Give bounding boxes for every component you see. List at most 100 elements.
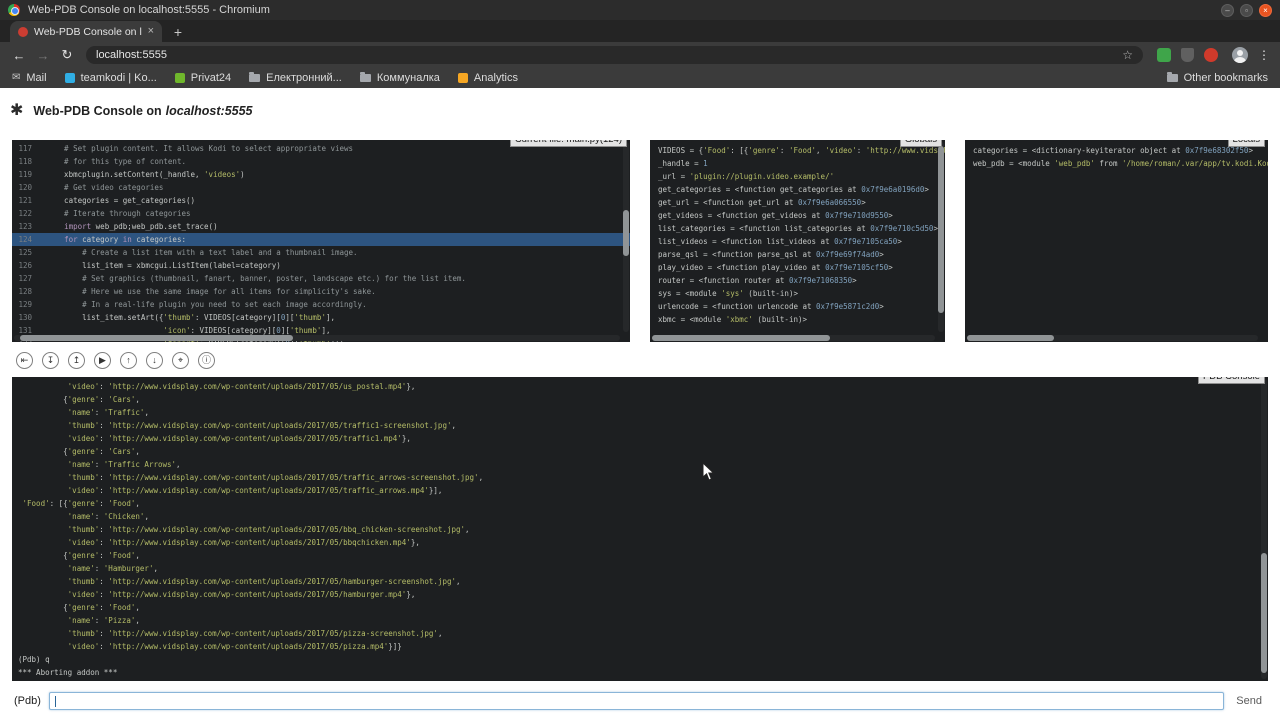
variable-line: get_categories = <function get_categorie… [658,183,937,196]
console-line: 'name': 'Chicken', [18,510,1268,523]
send-button[interactable]: Send [1232,695,1266,707]
debug-where-button[interactable]: ⌖ [172,352,189,369]
bookmark-privat24[interactable]: Privat24 [175,72,231,84]
debug-continue-button[interactable]: ▶ [94,352,111,369]
scrollbar-thumb[interactable] [652,335,830,341]
debug-restart-button[interactable]: ⇤ [16,352,33,369]
console-line: 'video': 'http://www.vidsplay.com/wp-con… [18,432,1268,445]
globals-panel[interactable]: Globals VIDEOS = {'Food': [{'genre': 'Fo… [650,140,945,342]
horizontal-scrollbar[interactable] [652,335,935,341]
bookmark-folder-kommunalka[interactable]: Коммуналка [360,72,440,84]
close-button[interactable]: × [1259,4,1272,17]
browser-tab[interactable]: Web-PDB Console on loca × [10,21,162,42]
code-line: 128 # Here we use the same image for all… [12,285,630,298]
locals-panel[interactable]: Locals categories = <dictionary-keyitera… [965,140,1268,342]
variable-line: list_videos = <function list_videos at 0… [658,235,937,248]
debug-toolbar: ⇤ ↧ ↥ ▶ ↑ ↓ ⌖ ⓘ [16,349,1280,371]
address-url: localhost:5555 [96,49,1114,61]
folder-icon [1167,74,1178,82]
bookmark-analytics[interactable]: Analytics [458,72,518,84]
locals-lines: categories = <dictionary-keyiterator obj… [965,140,1268,170]
pdb-console-panel[interactable]: PDB Console 'video': 'http://www.vidspla… [12,377,1268,681]
console-line: {'genre': 'Food', [18,601,1268,614]
code-text: # Create a list item with a text label a… [46,246,358,259]
minimize-button[interactable]: – [1221,4,1234,17]
code-line: 121 categories = get_categories() [12,194,630,207]
code-text: categories = get_categories() [46,194,195,207]
variable-line: router = <function router at 0x7f9e71068… [658,274,937,287]
tab-title: Web-PDB Console on loca [34,26,142,38]
maximize-button[interactable]: ▫ [1240,4,1253,17]
code-text: list_item = xbmcgui.ListItem(label=categ… [46,259,281,272]
scrollbar-thumb[interactable] [623,210,629,256]
console-line: {'genre': 'Cars', [18,445,1268,458]
code-text: # Set graphics (thumbnail, fanart, banne… [46,272,466,285]
window-controls: – ▫ × [1221,4,1272,17]
horizontal-scrollbar[interactable] [967,335,1258,341]
page-header: ✱ Web-PDB Console onlocalhost:5555 [0,88,1280,133]
other-bookmarks[interactable]: Other bookmarks [1167,72,1268,84]
browser-menu-icon[interactable]: ⋮ [1256,48,1272,62]
scrollbar-thumb[interactable] [20,335,293,341]
bookmark-label: teamkodi | Ko... [81,72,157,84]
bookmark-mail[interactable]: Mail [12,72,47,84]
console-line: 'thumb': 'http://www.vidsplay.com/wp-con… [18,627,1268,640]
debug-step-into-button[interactable]: ↧ [42,352,59,369]
extension-shield-icon[interactable] [1181,48,1194,62]
vertical-scrollbar[interactable] [1261,379,1267,679]
code-text: # Iterate through categories [46,207,191,220]
variable-line: sys = <module 'sys' (built-in)> [658,287,937,300]
new-tab-button[interactable]: + [166,22,190,42]
scrollbar-thumb[interactable] [1261,553,1267,673]
adblock-icon[interactable] [1204,48,1218,62]
line-number: 130 [12,311,32,324]
code-text: list_item.setArt({'thumb': VIDEOS[catego… [46,311,335,324]
code-line: 120 # Get video categories [12,181,630,194]
line-number: 119 [12,168,32,181]
debug-down-button[interactable]: ↓ [146,352,163,369]
code-line: 119 xbmcplugin.setContent(_handle, 'vide… [12,168,630,181]
window-title: Web-PDB Console on localhost:5555 - Chro… [28,4,1213,16]
privat24-favicon [175,73,185,83]
extension-icon-green[interactable] [1157,48,1171,62]
bookmark-label: Електронний... [266,72,342,84]
debug-up-button[interactable]: ↑ [120,352,137,369]
vertical-scrollbar[interactable] [938,142,944,332]
debug-help-button[interactable]: ⓘ [198,352,215,369]
screen: Web-PDB Console on localhost:5555 - Chro… [0,0,1280,720]
folder-icon [360,74,371,82]
tab-close-icon[interactable]: × [148,26,154,37]
variable-line: web_pdb = <module 'web_pdb' from '/home/… [973,157,1260,170]
console-line: {'genre': 'Food', [18,549,1268,562]
address-bar[interactable]: localhost:5555 ☆ [86,46,1143,64]
vertical-scrollbar[interactable] [623,142,629,332]
command-row: (Pdb) Send [14,690,1266,712]
scrollbar-thumb[interactable] [938,146,944,313]
code-line: 123 import web_pdb;web_pdb.set_trace() [12,220,630,233]
extensions-area [1157,48,1218,62]
bookmark-folder-electronic[interactable]: Електронний... [249,72,342,84]
forward-button[interactable]: → [32,44,54,66]
console-line: 'name': 'Traffic', [18,406,1268,419]
bookmark-teamkodi[interactable]: teamkodi | Ko... [65,72,157,84]
code-text: for category in categories: [46,233,186,246]
page-title: Web-PDB Console onlocalhost:5555 [33,104,252,118]
analytics-favicon [458,73,468,83]
code-line: 129 # In a real-life plugin you need to … [12,298,630,311]
line-number: 117 [12,142,32,155]
current-file-panel[interactable]: Current file: main.py(124) 117 # Set plu… [12,140,630,342]
bookmark-star-icon[interactable]: ☆ [1122,49,1133,61]
console-line: 'thumb': 'http://www.vidsplay.com/wp-con… [18,523,1268,536]
globals-lines: VIDEOS = {'Food': [{'genre': 'Food', 'vi… [650,140,945,326]
code-lines: 117 # Set plugin content. It allows Kodi… [12,140,630,342]
other-bookmarks-label: Other bookmarks [1184,72,1268,84]
profile-avatar[interactable] [1232,47,1248,63]
pdb-command-input[interactable] [50,695,1223,711]
debug-return-button[interactable]: ↥ [68,352,85,369]
back-button[interactable]: ← [8,44,30,66]
code-text: # for this type of content. [46,155,186,168]
scrollbar-thumb[interactable] [967,335,1054,341]
horizontal-scrollbar[interactable] [14,335,620,341]
bookmark-label: Коммуналка [377,72,440,84]
reload-button[interactable]: ↻ [56,44,78,66]
